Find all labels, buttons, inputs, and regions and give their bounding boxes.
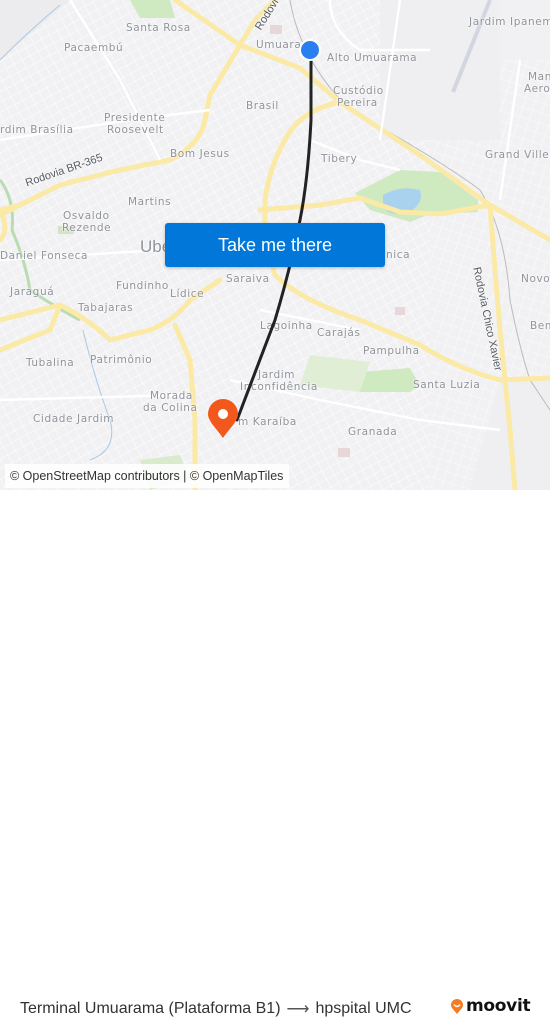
moovit-pin-icon bbox=[451, 998, 463, 1014]
moovit-logo: moovit bbox=[450, 996, 531, 1016]
arrow-right-icon: ⟶ bbox=[286, 1001, 310, 1018]
origin-marker[interactable] bbox=[299, 39, 321, 61]
route-title: Terminal Umuarama (Plataforma B1) ⟶ hpsp… bbox=[20, 999, 412, 1019]
moovit-wordmark: moovit bbox=[466, 996, 531, 1016]
destination-name: hpspital UMC bbox=[315, 1000, 412, 1017]
footer: Terminal Umuarama (Plataforma B1) ⟶ hpsp… bbox=[0, 490, 550, 1018]
origin-name: Terminal Umuarama (Plataforma B1) bbox=[20, 1000, 281, 1017]
take-me-there-button[interactable]: Take me there bbox=[165, 223, 385, 267]
destination-marker[interactable] bbox=[208, 399, 238, 438]
map-attribution[interactable]: © OpenStreetMap contributors | © OpenMap… bbox=[5, 464, 290, 488]
